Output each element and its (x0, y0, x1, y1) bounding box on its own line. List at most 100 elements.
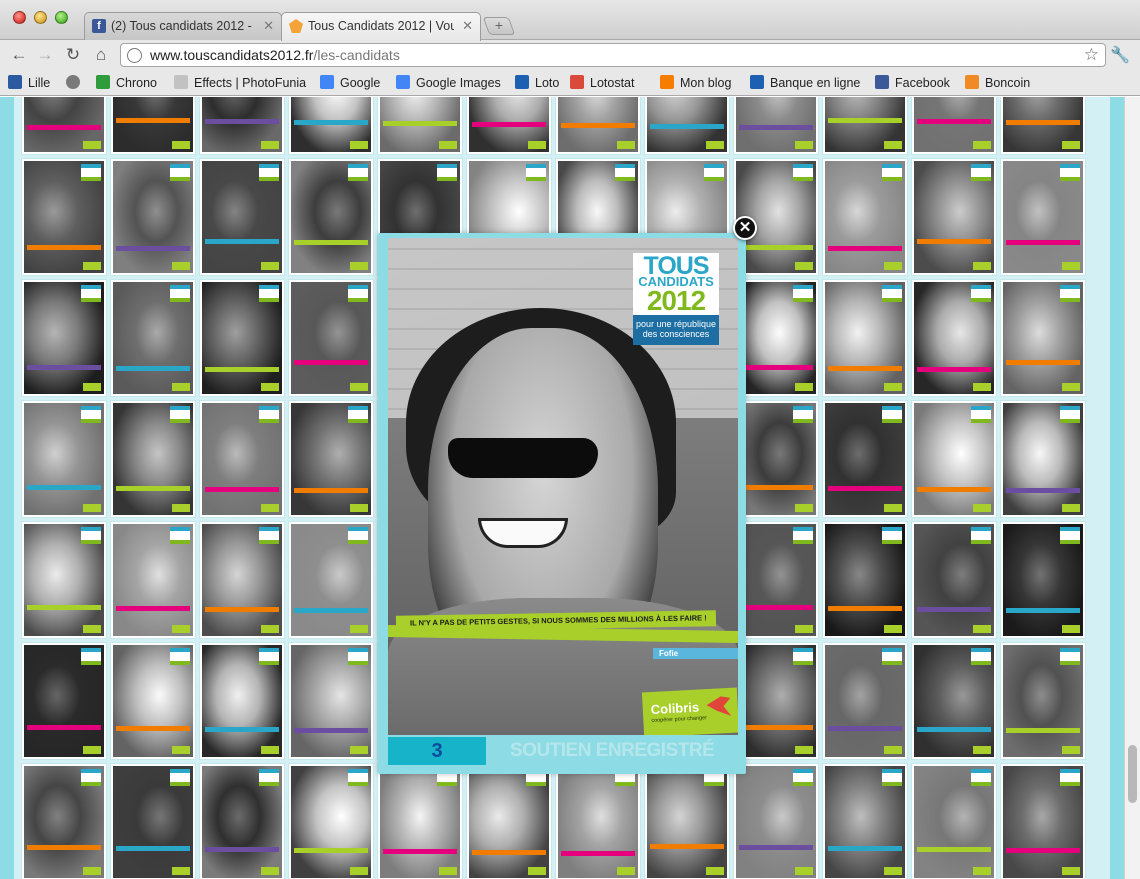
color-band (27, 605, 101, 610)
close-modal-button[interactable]: ✕ (733, 216, 757, 240)
colibris-mini-logo (795, 141, 813, 149)
candidate-card[interactable] (22, 764, 106, 879)
tous-candidats-mini-logo (1060, 285, 1080, 302)
candidate-card[interactable] (289, 522, 373, 638)
forward-arrow-icon[interactable]: → (34, 44, 56, 66)
candidate-card[interactable] (734, 280, 818, 396)
bookmark-label: Loto (535, 76, 560, 90)
candidate-card[interactable] (111, 280, 195, 396)
colibris-mini-logo (261, 746, 279, 754)
bookmark-facebook[interactable]: Facebook (875, 75, 950, 90)
bookmark-google[interactable]: Google (320, 75, 380, 90)
back-arrow-icon[interactable]: ← (8, 44, 30, 66)
candidate-card[interactable] (556, 764, 640, 879)
reload-icon[interactable]: ↻ (62, 44, 84, 66)
bookmark-mon-blog[interactable]: Mon blog (660, 75, 731, 90)
candidate-card[interactable] (823, 159, 907, 275)
candidate-card[interactable] (200, 643, 284, 759)
candidate-card[interactable] (1001, 280, 1085, 396)
candidate-card[interactable] (22, 280, 106, 396)
candidate-card[interactable] (200, 522, 284, 638)
bookmark-loto[interactable]: Loto (515, 75, 559, 90)
candidate-card[interactable] (22, 401, 106, 517)
candidate-card[interactable] (556, 97, 640, 154)
candidate-card[interactable] (111, 401, 195, 517)
candidate-card[interactable] (1001, 159, 1085, 275)
candidate-card[interactable] (289, 764, 373, 879)
candidate-card[interactable] (823, 522, 907, 638)
candidate-card[interactable] (22, 643, 106, 759)
bookmark-globe[interactable] (66, 75, 86, 90)
candidate-card[interactable] (200, 159, 284, 275)
lotostat-icon (570, 75, 584, 89)
scrollbar-thumb[interactable] (1128, 745, 1137, 803)
candidate-card[interactable] (912, 401, 996, 517)
candidate-card[interactable] (111, 764, 195, 879)
candidate-card[interactable] (734, 97, 818, 154)
candidate-card[interactable] (200, 280, 284, 396)
candidate-card[interactable] (1001, 401, 1085, 517)
candidate-card[interactable] (823, 764, 907, 879)
minimize-window-button[interactable] (34, 11, 47, 24)
candidate-card[interactable] (823, 401, 907, 517)
close-window-button[interactable] (13, 11, 26, 24)
candidate-card[interactable] (111, 643, 195, 759)
candidate-card[interactable] (912, 280, 996, 396)
candidate-card[interactable] (378, 764, 462, 879)
candidate-card[interactable] (912, 159, 996, 275)
candidate-card[interactable] (912, 522, 996, 638)
candidate-card[interactable] (289, 643, 373, 759)
bookmark-boncoin[interactable]: Boncoin (965, 75, 1030, 90)
new-tab-button[interactable]: + (482, 17, 516, 35)
candidate-card[interactable] (111, 159, 195, 275)
candidate-card[interactable] (734, 643, 818, 759)
candidate-card[interactable] (378, 97, 462, 154)
candidate-card[interactable] (823, 643, 907, 759)
home-icon[interactable]: ⌂ (90, 44, 112, 66)
address-bar[interactable]: www.touscandidats2012.fr/les-candidats ☆ (120, 43, 1106, 67)
candidate-card[interactable] (111, 522, 195, 638)
candidate-card[interactable] (1001, 764, 1085, 879)
candidate-card[interactable] (289, 159, 373, 275)
candidate-card[interactable] (1001, 643, 1085, 759)
bookmark-effects-photofunia[interactable]: Effects | PhotoFunia (174, 75, 306, 90)
bookmark-banque-en-ligne[interactable]: Banque en ligne (750, 75, 860, 90)
tab-facebook[interactable]: f (2) Tous candidats 2012 - Sc ✕ (84, 12, 282, 40)
bookmark-chrono[interactable]: Chrono (96, 75, 157, 90)
candidate-card[interactable] (734, 401, 818, 517)
candidate-card[interactable] (645, 764, 729, 879)
candidate-card[interactable] (645, 97, 729, 154)
candidate-card[interactable] (823, 280, 907, 396)
vertical-scrollbar[interactable] (1124, 97, 1140, 879)
candidate-card[interactable] (22, 522, 106, 638)
candidate-card[interactable] (22, 97, 106, 154)
candidate-card[interactable] (200, 97, 284, 154)
tab-tous-candidats[interactable]: Tous Candidats 2012 | Vous ✕ (281, 12, 481, 41)
candidate-card[interactable] (467, 764, 551, 879)
candidate-card[interactable] (912, 643, 996, 759)
zoom-window-button[interactable] (55, 11, 68, 24)
bookmark-star-icon[interactable]: ☆ (1084, 45, 1099, 65)
wrench-icon[interactable]: 🔧 (1110, 45, 1130, 65)
candidate-card[interactable] (912, 97, 996, 154)
candidate-card[interactable] (823, 97, 907, 154)
candidate-card[interactable] (734, 522, 818, 638)
candidate-card[interactable] (289, 280, 373, 396)
bookmark-lotostat[interactable]: Lotostat (570, 75, 634, 90)
candidate-card[interactable] (912, 764, 996, 879)
candidate-card[interactable] (1001, 97, 1085, 154)
candidate-card[interactable] (734, 764, 818, 879)
candidate-card[interactable] (200, 764, 284, 879)
close-tab-icon[interactable]: ✕ (462, 13, 473, 39)
candidate-card[interactable] (200, 401, 284, 517)
close-tab-icon[interactable]: ✕ (263, 13, 274, 39)
candidate-card[interactable] (22, 159, 106, 275)
candidate-card[interactable] (111, 97, 195, 154)
color-band (1006, 488, 1080, 493)
bookmark-lille[interactable]: Lille (8, 75, 50, 90)
candidate-card[interactable] (467, 97, 551, 154)
candidate-card[interactable] (1001, 522, 1085, 638)
bookmark-google-images[interactable]: Google Images (396, 75, 501, 90)
candidate-card[interactable] (289, 97, 373, 154)
candidate-card[interactable] (289, 401, 373, 517)
